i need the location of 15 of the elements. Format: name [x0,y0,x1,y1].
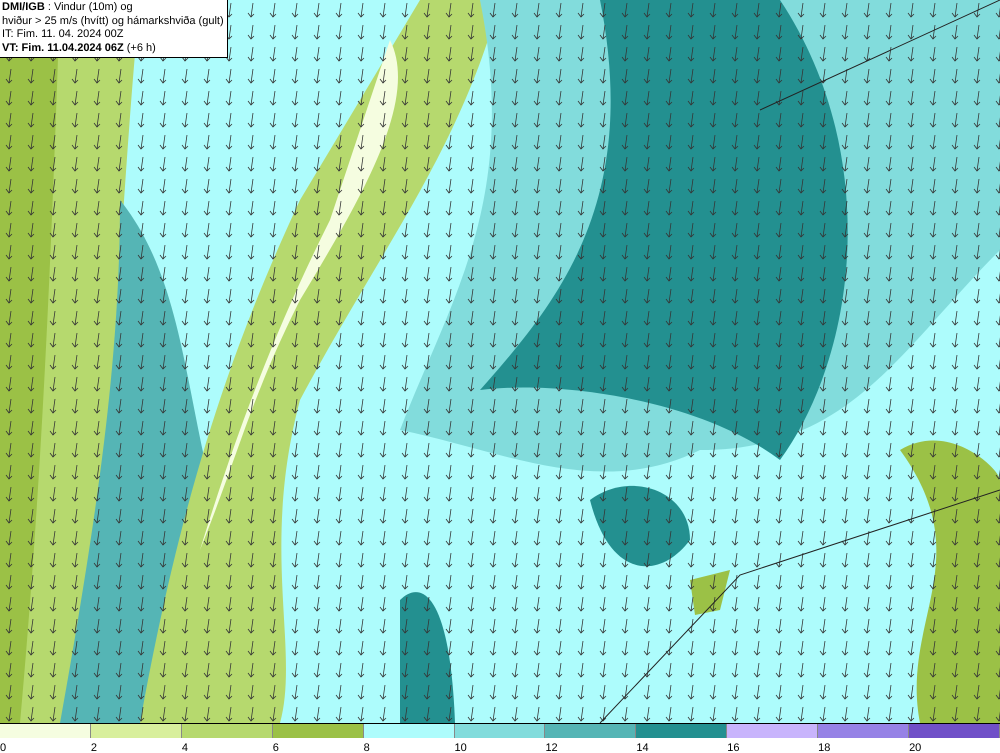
title-line: hviður > 25 m/s (hvítt) og hámarkshviða (gult) [2,14,224,28]
legend-label: 0 [0,742,6,753]
legend-label: 4 [182,742,188,753]
title-line: DMI/IGB : Vindur (10m) og [2,1,134,14]
title-line: IT: Fim. 11. 04. 2024 00Z [2,28,124,42]
title-line: VT: Fim. 11.04.2024 06Z (+6 h) [2,42,157,55]
legend-label: 14 [636,742,649,753]
legend-label: 8 [364,742,370,753]
legend-label: 18 [818,742,830,753]
legend-label: 12 [545,742,558,753]
legend-label: 6 [272,742,279,753]
legend-label: 10 [454,742,467,753]
legend-label: 16 [727,742,740,753]
legend-label: 20 [909,742,922,753]
legend-label: 2 [90,742,98,753]
